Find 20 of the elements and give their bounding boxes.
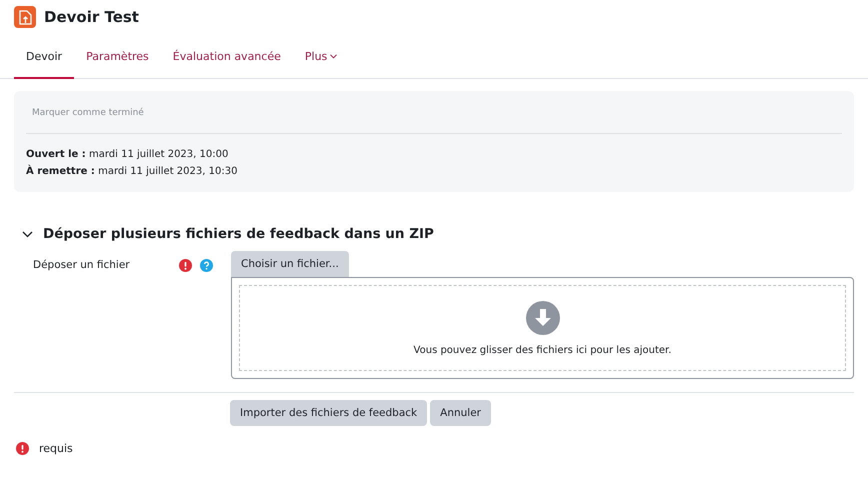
chevron-icon[interactable] (22, 230, 33, 238)
required-icon (16, 442, 29, 455)
required-legend: requis (39, 442, 73, 455)
form-button[interactable]: Importer des fichiers de feedback (230, 400, 428, 426)
drop-hint: Vous pouvez glisser des fichiers ici pour les ajouter. (414, 344, 672, 356)
date-line: Ouvert le : mardi 11 juillet 2023, 10:00 (26, 148, 230, 162)
caret-icon (330, 54, 338, 59)
form-button[interactable]: Annuler (430, 400, 491, 426)
field-label: Déposer un fichier (32, 258, 131, 273)
choose-file-button[interactable]: Choisir un fichier... (231, 251, 349, 277)
file-drop-zone[interactable]: Vous pouvez glisser des fichiers ici pour les ajouter. (231, 277, 854, 379)
tab[interactable]: Évaluation avancée (160, 38, 293, 79)
assignment-icon (14, 6, 36, 28)
tab[interactable]: Paramètres (74, 38, 161, 79)
date-line: À remettre : mardi 11 juillet 2023, 10:30 (26, 164, 238, 179)
section-heading: Déposer plusieurs fichiers de feedback dans un ZIP (43, 226, 434, 242)
tab[interactable]: Devoir (14, 38, 74, 79)
help-icon[interactable] (200, 259, 213, 272)
tab[interactable]: Plus (292, 38, 350, 79)
page-title: Devoir Test (44, 8, 139, 26)
